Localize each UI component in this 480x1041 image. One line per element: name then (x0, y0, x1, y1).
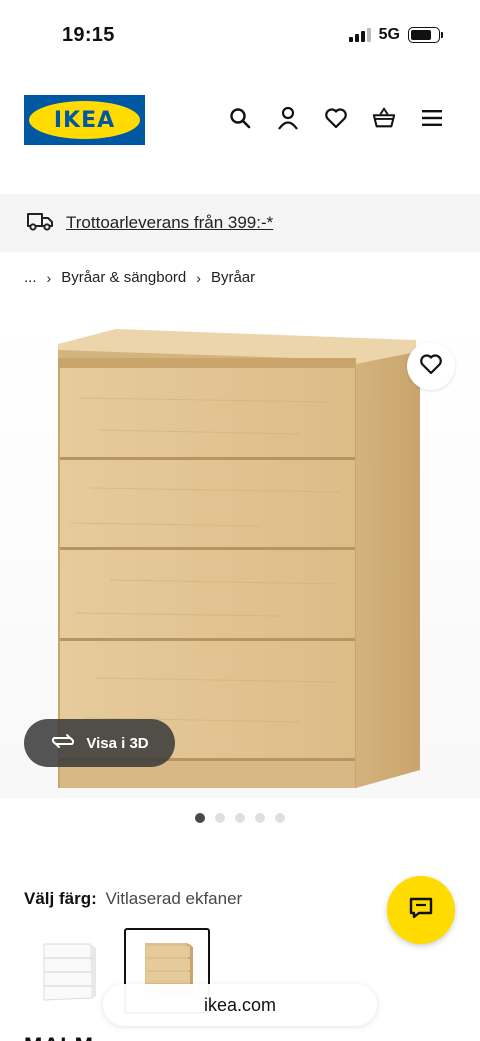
status-indicators: 5G (348, 26, 443, 44)
chevron-right-icon: › (196, 269, 201, 286)
rotate-3d-icon (50, 732, 76, 754)
view-in-3d-label: Visa i 3D (86, 734, 149, 752)
color-label: Välj färg: (24, 889, 97, 908)
carousel-dot[interactable] (195, 813, 205, 823)
view-in-3d-button[interactable]: Visa i 3D (24, 719, 175, 767)
truck-icon (26, 211, 54, 236)
breadcrumb-ellipsis[interactable]: ... (24, 269, 37, 286)
network-type: 5G (378, 26, 400, 43)
white-dresser-thumbnail (43, 943, 96, 1001)
search-icon[interactable] (228, 106, 252, 130)
battery-icon (408, 27, 443, 43)
delivery-banner-link[interactable]: Trottoarleverans från 399:-* (66, 213, 273, 233)
carousel-dot[interactable] (235, 813, 245, 823)
chat-icon (408, 896, 434, 925)
header-actions (228, 106, 444, 130)
site-header: IKEA (0, 94, 480, 146)
chevron-right-icon: › (46, 269, 52, 286)
carousel-dot[interactable] (275, 813, 285, 823)
customer-chat-button[interactable] (387, 876, 455, 944)
menu-icon[interactable] (420, 106, 444, 130)
basket-icon[interactable] (372, 106, 396, 130)
carousel-dot[interactable] (215, 813, 225, 823)
browser-address-bar[interactable]: ikea.com (103, 984, 377, 1026)
add-to-wishlist-button[interactable] (407, 342, 455, 390)
breadcrumb-item[interactable]: Byråar & sängbord (61, 269, 186, 286)
image-carousel-dots (0, 813, 480, 823)
heart-icon[interactable] (324, 106, 348, 130)
carousel-dot[interactable] (255, 813, 265, 823)
breadcrumb-item[interactable]: Byråar (211, 269, 255, 286)
color-selection: Välj färg: Vitlaserad ekfaner (24, 889, 242, 909)
breadcrumb: ... › Byråar & sängbord › Byråar (24, 269, 255, 286)
product-name: MALM (24, 1033, 94, 1041)
heart-icon (419, 353, 443, 380)
status-bar: 19:15 5G (0, 0, 480, 70)
swatch-white[interactable] (24, 928, 110, 1014)
status-time: 19:15 (62, 24, 115, 46)
logo-oval: IKEA (29, 101, 140, 139)
delivery-banner[interactable]: Trottoarleverans från 399:-* (0, 194, 480, 252)
selected-color: Vitlaserad ekfaner (105, 889, 243, 908)
address-bar-url: ikea.com (203, 994, 277, 1015)
signal-icon (348, 28, 371, 42)
user-icon[interactable] (276, 106, 300, 130)
ikea-logo[interactable]: IKEA (24, 95, 145, 145)
logo-text: IKEA (53, 107, 116, 133)
